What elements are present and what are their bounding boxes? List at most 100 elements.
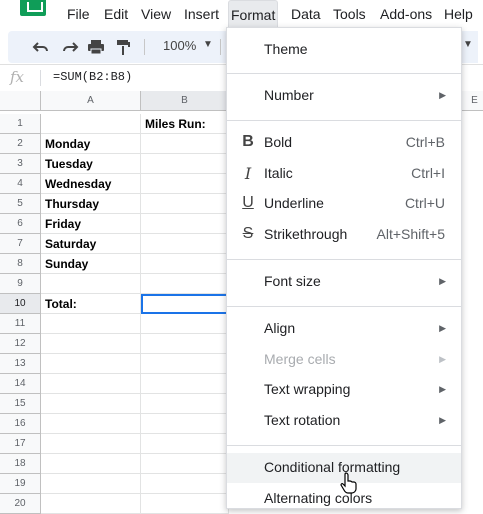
menu-item-font-size[interactable]: Font size ▶ [227, 267, 461, 297]
menu-item-bold[interactable]: B Bold Ctrl+B [227, 128, 461, 158]
menu-item-text-rotation[interactable]: Text rotation ▶ [227, 406, 461, 436]
formula-input[interactable]: =SUM(B2:B8) [53, 70, 132, 84]
redo-icon[interactable] [60, 37, 80, 57]
row-header[interactable]: 14 [0, 374, 41, 394]
menu-item-underline[interactable]: U Underline Ctrl+U [227, 189, 461, 219]
cell-b5[interactable] [141, 194, 229, 214]
zoom-select[interactable]: 100% [163, 38, 196, 53]
menu-help[interactable]: Help [444, 0, 473, 28]
row-header[interactable]: 17 [0, 434, 41, 454]
menu-item-theme[interactable]: Theme [227, 35, 461, 65]
menu-item-number[interactable]: Number ▶ [227, 81, 461, 111]
cell-b11[interactable] [141, 314, 229, 334]
cell-a5[interactable]: Thursday [41, 194, 141, 214]
cell-a10[interactable]: Total: [41, 294, 141, 314]
row-header[interactable]: 2 [0, 134, 41, 154]
select-all-corner[interactable] [0, 91, 41, 111]
row-header[interactable]: 20 [0, 494, 41, 514]
menu-add-ons[interactable]: Add-ons [380, 0, 432, 28]
cell-a14[interactable] [41, 374, 141, 394]
cell-b4[interactable] [141, 174, 229, 194]
row-header[interactable]: 19 [0, 474, 41, 494]
menu-item-label: Theme [264, 41, 308, 57]
column-header-a[interactable]: A [41, 91, 141, 111]
menu-item-strikethrough[interactable]: S Strikethrough Alt+Shift+5 [227, 220, 461, 250]
row-header[interactable]: 11 [0, 314, 41, 334]
print-icon[interactable] [86, 37, 106, 57]
menu-item-text-wrapping[interactable]: Text wrapping ▶ [227, 375, 461, 405]
cell-b17[interactable] [141, 434, 229, 454]
row-header[interactable]: 6 [0, 214, 41, 234]
cell-a11[interactable] [41, 314, 141, 334]
menu-item-label: Bold [264, 134, 293, 150]
cell-a17[interactable] [41, 434, 141, 454]
menu-item-italic[interactable]: I Italic Ctrl+I [227, 159, 461, 189]
cell-a19[interactable] [41, 474, 141, 494]
cell-b13[interactable] [141, 354, 229, 374]
row-header[interactable]: 1 [0, 114, 41, 134]
chevron-down-icon[interactable]: ▼ [463, 39, 473, 50]
cell-b9[interactable] [141, 274, 229, 294]
submenu-arrow-icon: ▶ [439, 384, 446, 394]
cell-a9[interactable] [41, 274, 141, 294]
cell-a12[interactable] [41, 334, 141, 354]
menu-tools[interactable]: Tools [333, 0, 366, 28]
row-header[interactable]: 18 [0, 454, 41, 474]
cell-b15[interactable] [141, 394, 229, 414]
row-header[interactable]: 4 [0, 174, 41, 194]
cell-b2[interactable] [141, 134, 229, 154]
cell-b18[interactable] [141, 454, 229, 474]
cell-a15[interactable] [41, 394, 141, 414]
undo-icon[interactable] [31, 37, 51, 57]
zoom-caret-icon[interactable]: ▼ [203, 39, 213, 50]
cell-a18[interactable] [41, 454, 141, 474]
sheets-logo-icon[interactable] [20, 0, 46, 16]
menu-file[interactable]: File [67, 0, 90, 28]
cell-b8[interactable] [141, 254, 229, 274]
column-header-e[interactable]: E [460, 91, 483, 111]
cell-b16[interactable] [141, 414, 229, 434]
cell-b6[interactable] [141, 214, 229, 234]
menu-view[interactable]: View [141, 0, 171, 28]
menu-item-merge-cells[interactable]: Merge cells ▶ [227, 345, 461, 375]
format-menu: Theme Number ▶ B Bold Ctrl+B I Italic Ct… [226, 27, 462, 509]
shortcut-label: Alt+Shift+5 [376, 226, 446, 242]
menu-insert[interactable]: Insert [184, 0, 219, 28]
cell-b3[interactable] [141, 154, 229, 174]
cell-a4[interactable]: Wednesday [41, 174, 141, 194]
cell-b14[interactable] [141, 374, 229, 394]
menu-format[interactable]: Format [228, 0, 279, 29]
cell-a6[interactable]: Friday [41, 214, 141, 234]
row-header[interactable]: 13 [0, 354, 41, 374]
cell-a16[interactable] [41, 414, 141, 434]
cell-a1[interactable] [41, 114, 141, 134]
row-header[interactable]: 8 [0, 254, 41, 274]
column-header-b[interactable]: B [141, 91, 229, 111]
cell-b12[interactable] [141, 334, 229, 354]
cell-b19[interactable] [141, 474, 229, 494]
cell-a2[interactable]: Monday [41, 134, 141, 154]
menu-item-align[interactable]: Align ▶ [227, 314, 461, 344]
menu-data[interactable]: Data [291, 0, 321, 28]
cell-a7[interactable]: Saturday [41, 234, 141, 254]
submenu-arrow-icon: ▶ [439, 276, 446, 286]
row-header[interactable]: 12 [0, 334, 41, 354]
row-header[interactable]: 5 [0, 194, 41, 214]
row-header[interactable]: 16 [0, 414, 41, 434]
cell-a13[interactable] [41, 354, 141, 374]
menu-item-label: Font size [264, 273, 321, 289]
row-header[interactable]: 7 [0, 234, 41, 254]
cell-a8[interactable]: Sunday [41, 254, 141, 274]
row-header[interactable]: 15 [0, 394, 41, 414]
paint-format-icon[interactable] [113, 37, 133, 57]
row-header[interactable]: 9 [0, 274, 41, 294]
menu-item-label: Conditional formatting [264, 459, 401, 475]
row-header[interactable]: 10 [0, 294, 41, 314]
cell-a3[interactable]: Tuesday [41, 154, 141, 174]
row-header[interactable]: 3 [0, 154, 41, 174]
menu-edit[interactable]: Edit [104, 0, 128, 28]
cell-a20[interactable] [41, 494, 141, 514]
cell-b1[interactable]: Miles Run: [141, 114, 229, 134]
cell-b7[interactable] [141, 234, 229, 254]
cell-b20[interactable] [141, 494, 229, 514]
